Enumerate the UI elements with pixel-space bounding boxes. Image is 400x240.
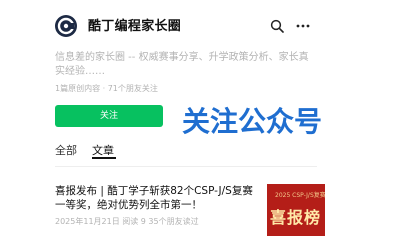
follow-banner-text: 关注公众号 bbox=[182, 105, 322, 138]
account-name: 酷丁编程家长圈 bbox=[88, 19, 182, 34]
tab-articles[interactable]: 文章 bbox=[92, 142, 114, 158]
article-title: 喜报发布 | 酷丁学子斩获82个CSP-J/S复赛一等奖，绝对优势列全市第一！ bbox=[55, 185, 253, 211]
thumbnail-word: 喜报榜 bbox=[270, 208, 322, 227]
follow-banner: 关注公众号 bbox=[180, 104, 323, 140]
article-card[interactable]: 喜报发布 | 酷丁学子斩获82个CSP-J/S复赛一等奖，绝对优势列全市第一！ … bbox=[55, 184, 325, 240]
active-tab-indicator bbox=[92, 157, 116, 159]
article-thumbnail: 2025 CSP-J/S复赛 喜报榜 bbox=[267, 184, 325, 236]
avatar[interactable] bbox=[55, 15, 77, 37]
follow-button[interactable]: 关注 bbox=[55, 105, 163, 127]
divider bbox=[55, 166, 317, 167]
tab-all[interactable]: 全部 bbox=[55, 142, 77, 158]
article-meta: 2025年11月21日 阅读 9 35个朋友读过 bbox=[55, 217, 199, 226]
account-bio: 信息差的家长圈 -- 权威赛事分享、升学政策分析、家长真实经验…… bbox=[55, 52, 309, 77]
thumbnail-year-text: 2025 CSP-J/S复赛 bbox=[275, 192, 325, 199]
search-icon[interactable] bbox=[270, 19, 284, 33]
account-stats: 1篇原创内容 · 71个朋友关注 bbox=[55, 84, 158, 93]
more-icon[interactable] bbox=[296, 24, 310, 28]
